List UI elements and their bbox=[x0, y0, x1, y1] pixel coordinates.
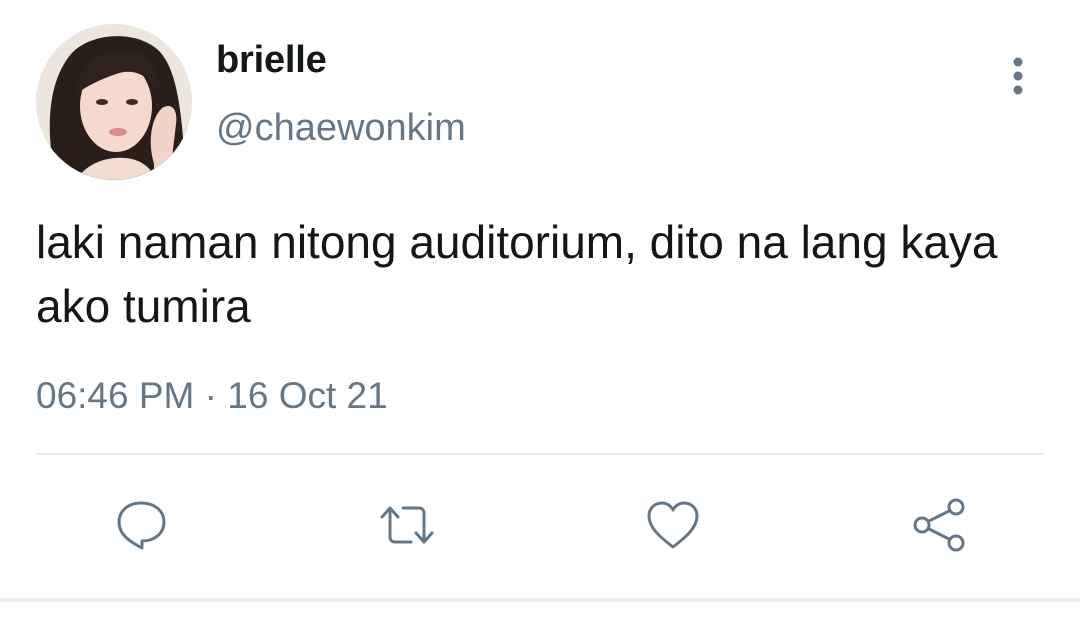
divider bbox=[36, 453, 1044, 455]
heart-icon bbox=[647, 501, 699, 549]
share-icon bbox=[913, 498, 965, 552]
action-bar bbox=[0, 490, 1080, 560]
user-handle[interactable]: @chaewonkim bbox=[216, 104, 466, 152]
reply-button[interactable] bbox=[106, 490, 176, 560]
reply-icon bbox=[117, 501, 166, 550]
bottom-divider bbox=[0, 598, 1080, 602]
tweet-text: laki naman nitong auditorium, dito na la… bbox=[36, 216, 998, 332]
tweet-timestamp[interactable]: 06:46 PM · 16 Oct 21 bbox=[36, 372, 388, 420]
tweet-date: 16 Oct 21 bbox=[227, 375, 388, 416]
more-vertical-icon bbox=[1013, 57, 1023, 95]
share-button[interactable] bbox=[904, 490, 974, 560]
tweet-card: brielle @chaewonkim laki naman nitong au… bbox=[0, 0, 1080, 618]
meta-separator: · bbox=[204, 375, 217, 416]
avatar-photo bbox=[36, 24, 192, 180]
avatar[interactable] bbox=[36, 24, 192, 180]
retweet-button[interactable] bbox=[372, 490, 442, 560]
display-name[interactable]: brielle bbox=[216, 36, 327, 84]
more-options-button[interactable] bbox=[996, 52, 1040, 96]
tweet-time: 06:46 PM bbox=[36, 375, 195, 416]
retweet-icon bbox=[380, 506, 434, 544]
like-button[interactable] bbox=[638, 490, 708, 560]
